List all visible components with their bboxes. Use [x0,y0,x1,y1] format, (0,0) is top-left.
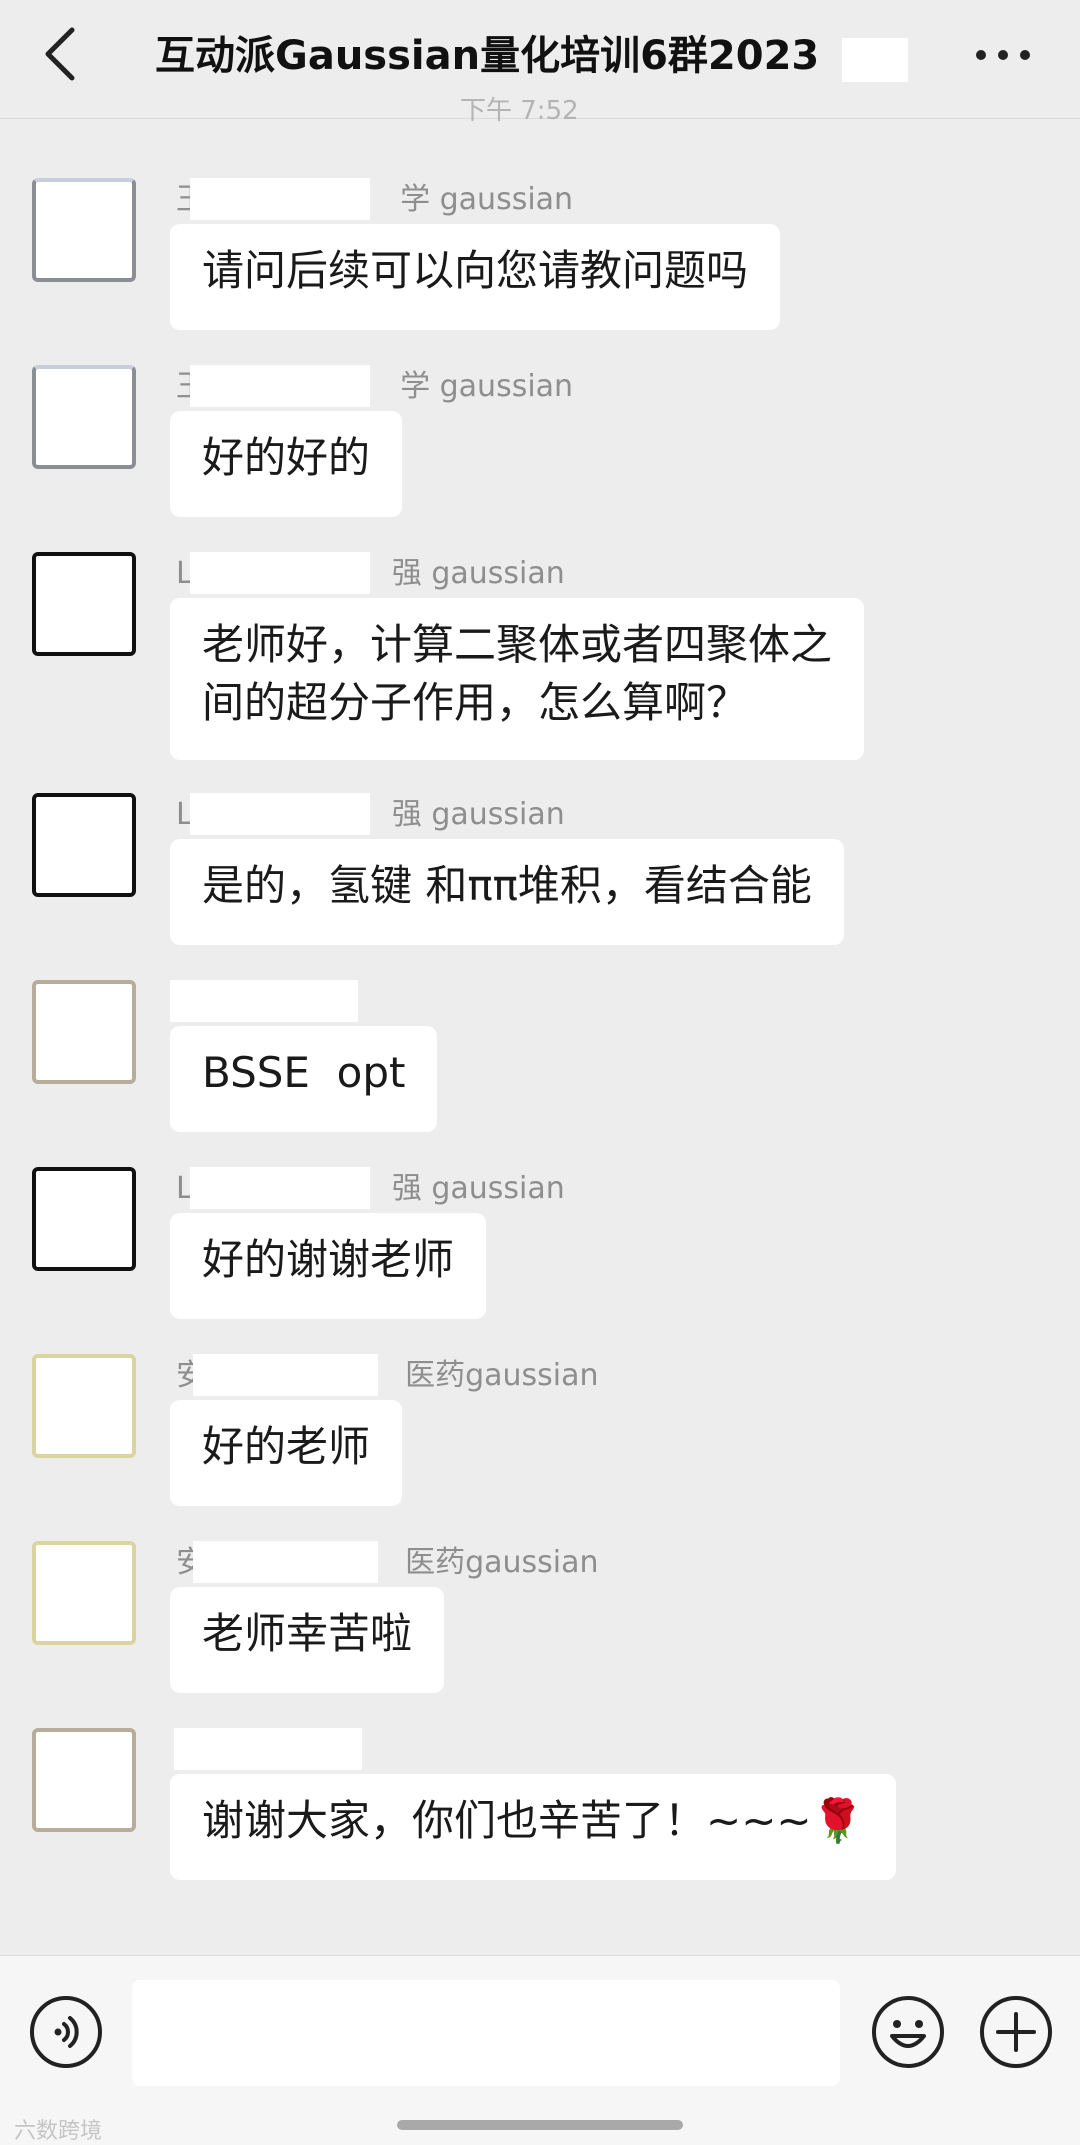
sender-suffix: 医药gaussian [405,1545,599,1580]
plus-icon [980,1996,1052,2068]
message-bubble[interactable]: 好的谢谢老师 [170,1213,487,1319]
plus-button[interactable] [978,1994,1054,2070]
watermark: 六数跨境 [14,2119,103,2144]
message-bubble[interactable]: 谢谢大家，你们也辛苦了！~~~🌹 [170,1774,896,1880]
redaction-mask [170,980,358,1022]
sender-suffix: 学 gaussian [400,182,574,217]
avatar[interactable] [32,980,136,1084]
message-bubble[interactable]: 老师幸苦啦 [170,1587,445,1693]
redaction-mask [842,38,908,82]
message-row: 王 学 gaussian 请问后续可以向您请教问题吗 [0,178,1080,338]
redaction-mask [193,1354,378,1396]
message-row: BSSE opt [0,980,1080,1140]
message-row: L 强 gaussian 好的谢谢老师 [0,1167,1080,1327]
redaction-mask [190,793,370,835]
redaction-mask [190,365,370,407]
sender-suffix: 强 gaussian [391,1171,565,1206]
message-bubble[interactable]: 请问后续可以向您请教问题吗 [170,224,781,330]
avatar[interactable] [32,793,136,897]
sender-suffix: 强 gaussian [391,556,565,591]
emoji-button[interactable] [870,1994,946,2070]
redaction-mask [174,1728,362,1770]
message-row: 王 学 gaussian 好的好的 [0,365,1080,525]
redaction-mask [190,178,370,220]
avatar[interactable] [32,1354,136,1458]
avatar[interactable] [32,1167,136,1271]
redaction-mask [190,552,370,594]
chat-screen: 互动派Gaussian量化培训6群2023 下午 7:52 王 学 gaussi… [0,0,1080,2145]
message-input[interactable] [132,1980,840,2086]
message-bubble[interactable]: 老师好，计算二聚体或者四聚体之 间的超分子作用，怎么算啊？ [170,598,865,760]
chevron-left-icon [45,27,75,81]
chat-title: 互动派Gaussian量化培训6群2023 [155,33,820,79]
avatar[interactable] [32,552,136,656]
avatar[interactable] [32,365,136,469]
message-row: 安 医药gaussian 好的老师 [0,1354,1080,1514]
message-row: L 强 gaussian 老师好，计算二聚体或者四聚体之 间的超分子作用，怎么算… [0,552,1080,772]
redaction-mask [193,1541,378,1583]
emoji-icon [872,1996,944,2068]
message-bubble[interactable]: BSSE opt [170,1026,438,1132]
avatar[interactable] [32,1728,136,1832]
timestamp: 下午 7:52 [460,96,579,126]
input-bar: 六数跨境 [0,1955,1080,2145]
voice-button[interactable] [28,1994,104,2070]
voice-icon [30,1996,102,2068]
message-bubble[interactable]: 好的老师 [170,1400,403,1506]
avatar[interactable] [32,178,136,282]
sender-suffix: 学 gaussian [400,369,574,404]
back-button[interactable] [28,22,92,86]
sender-suffix: 强 gaussian [391,797,565,832]
more-button[interactable] [968,30,1038,80]
sender-suffix: 医药gaussian [405,1358,599,1393]
more-dots-icon [976,50,1030,60]
message-row: 安 医药gaussian 老师幸苦啦 [0,1541,1080,1701]
redaction-mask [190,1167,370,1209]
message-row: 谢谢大家，你们也辛苦了！~~~🌹 [0,1728,1080,1888]
message-bubble[interactable]: 好的好的 [170,411,403,517]
message-row: L 强 gaussian 是的，氢键 和ππ堆积，看结合能 [0,793,1080,953]
avatar[interactable] [32,1541,136,1645]
home-indicator[interactable] [397,2120,683,2130]
message-bubble[interactable]: 是的，氢键 和ππ堆积，看结合能 [170,839,844,945]
